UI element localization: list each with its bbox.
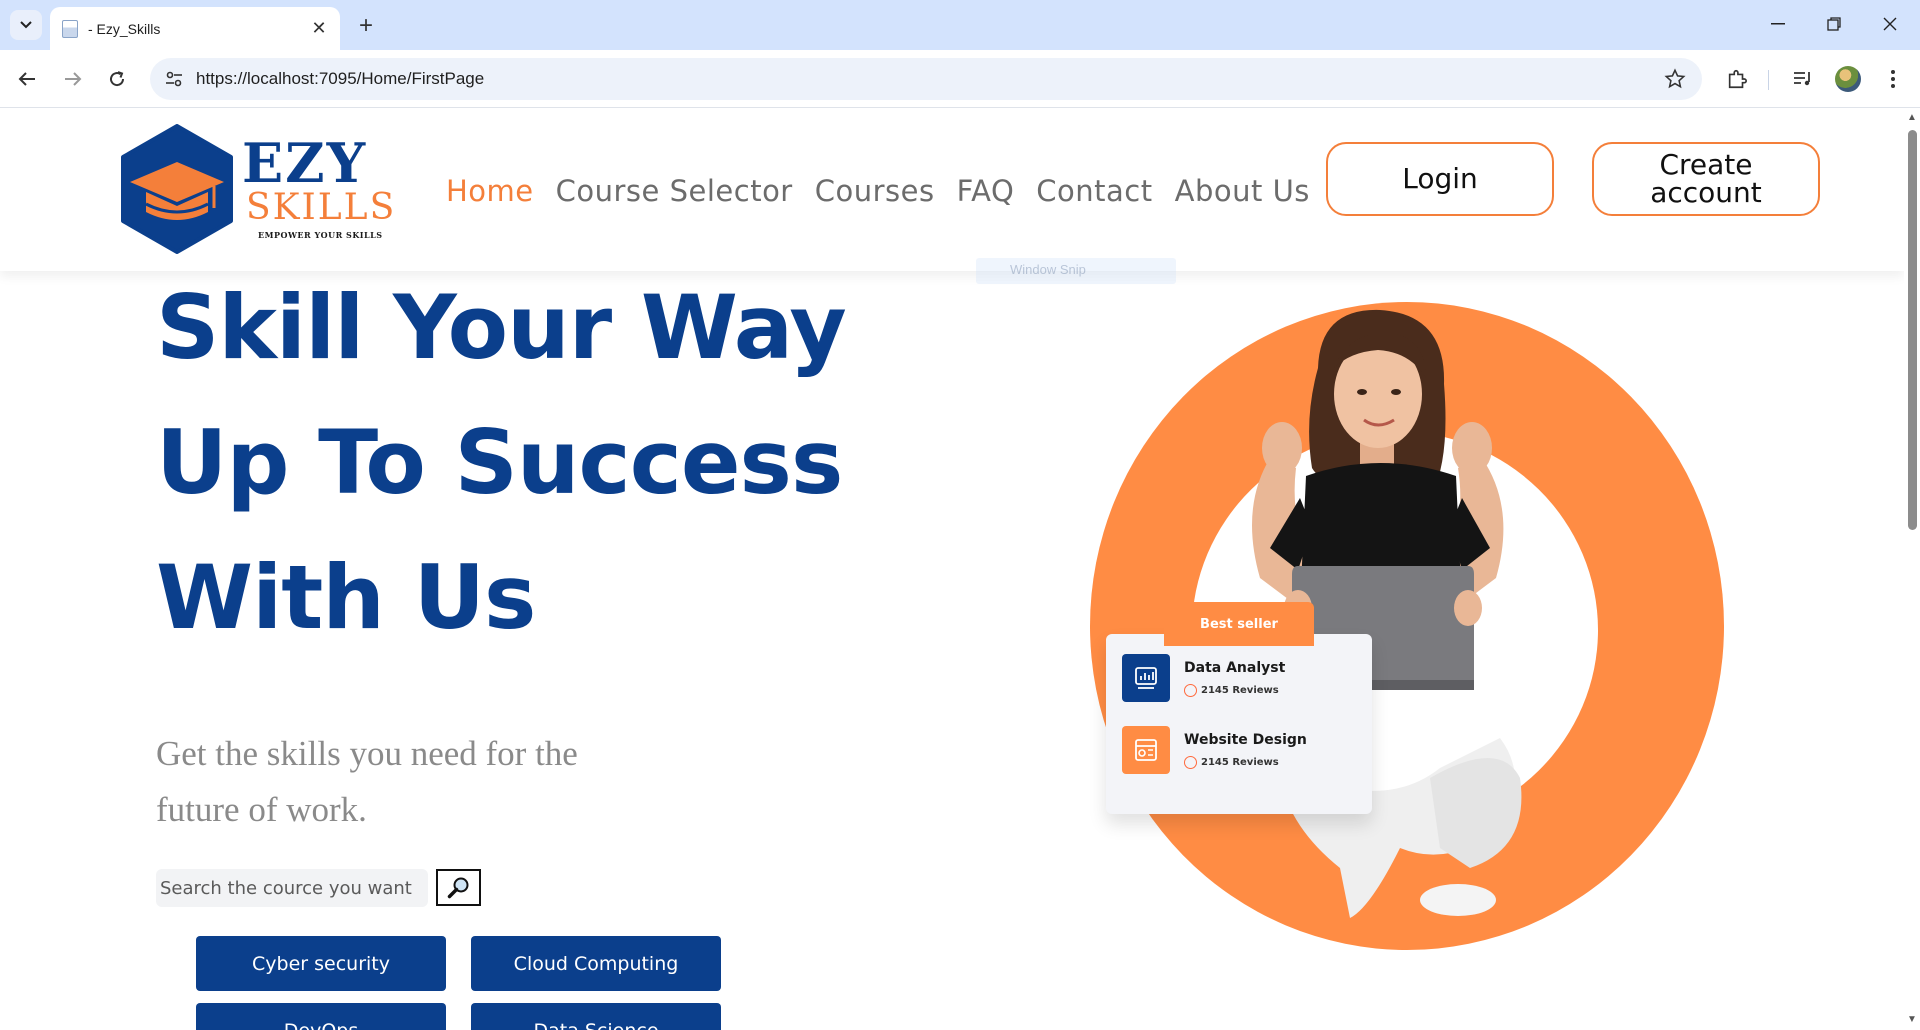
course-search-input[interactable] <box>156 869 428 907</box>
best-seller-tag: Best seller <box>1164 602 1314 646</box>
browser-toolbar: https://localhost:7095/Home/FirstPage <box>0 50 1920 108</box>
login-button[interactable]: Login <box>1326 142 1554 216</box>
minimize-icon <box>1771 23 1785 25</box>
reload-icon <box>110 71 125 87</box>
minimize-button[interactable] <box>1750 8 1806 40</box>
browser-tab[interactable]: - Ezy_Skills ✕ <box>50 7 340 50</box>
tab-list-button[interactable] <box>10 10 42 40</box>
create-account-button[interactable]: Create account <box>1592 142 1820 216</box>
playlist-icon <box>1794 72 1810 86</box>
ezy-skills-logo[interactable]: EZY SKILLS EMPOWER YOUR SKILLS <box>118 124 394 254</box>
restore-icon <box>1827 17 1841 31</box>
forward-button[interactable] <box>58 64 88 94</box>
site-header: EZY SKILLS EMPOWER YOUR SKILLS Home Cour… <box>0 108 1904 271</box>
toolbar-divider <box>1768 70 1769 90</box>
hero-title: Skill Your Way Up To Success With Us <box>156 260 847 665</box>
search-button[interactable] <box>436 869 481 906</box>
best-seller-item[interactable]: Data Analyst 2145 Reviews <box>1122 654 1362 702</box>
best-seller-reviews: 2145 Reviews <box>1184 756 1279 769</box>
url-text[interactable]: https://localhost:7095/Home/FirstPage <box>196 69 484 89</box>
hero-title-line: With Us <box>156 546 536 649</box>
course-button-cloud-computing[interactable]: Cloud Computing <box>471 936 721 991</box>
page-scrollbar[interactable]: ▲ ▼ <box>1904 108 1920 1030</box>
tab-title: - Ezy_Skills <box>88 20 161 37</box>
restore-button[interactable] <box>1806 8 1862 40</box>
brand-name-top: EZY <box>242 131 368 195</box>
nav-home[interactable]: Home <box>446 174 534 208</box>
media-control-button[interactable] <box>1790 66 1816 92</box>
arrow-left-icon <box>18 72 35 86</box>
best-seller-card: Data Analyst 2145 Reviews Website Design… <box>1106 634 1372 814</box>
window-snip-hint: Window Snip <box>976 258 1176 284</box>
course-button-data-science[interactable]: Data Science <box>471 1003 721 1030</box>
address-bar[interactable]: https://localhost:7095/Home/FirstPage <box>150 58 1702 100</box>
best-seller-reviews: 2145 Reviews <box>1184 684 1279 697</box>
best-seller-name: Data Analyst <box>1184 660 1286 676</box>
nav-course-selector[interactable]: Course Selector <box>556 174 793 208</box>
hero-title-line: Skill Your Way <box>156 276 847 379</box>
nav-about-us[interactable]: About Us <box>1175 174 1310 208</box>
browser-menu-button[interactable] <box>1880 66 1906 92</box>
profile-avatar[interactable] <box>1835 66 1861 92</box>
search-icon <box>447 877 468 898</box>
scroll-up-arrow-icon[interactable]: ▲ <box>1907 112 1917 123</box>
close-window-button[interactable] <box>1862 8 1918 40</box>
chart-icon <box>1122 654 1170 702</box>
page-favicon-icon <box>62 19 78 38</box>
chevron-down-icon <box>20 21 32 29</box>
award-icon <box>1184 684 1197 697</box>
nav-courses[interactable]: Courses <box>815 174 935 208</box>
design-icon <box>1122 726 1170 774</box>
nav-faq[interactable]: FAQ <box>957 174 1015 208</box>
graduation-cap-logo-icon <box>121 124 233 254</box>
best-seller-item[interactable]: Website Design 2145 Reviews <box>1122 726 1362 774</box>
bookmark-star-icon[interactable] <box>1664 68 1686 90</box>
scroll-down-arrow-icon[interactable]: ▼ <box>1907 1014 1917 1025</box>
best-seller-name: Website Design <box>1184 732 1307 748</box>
site-info-icon[interactable] <box>164 69 184 89</box>
scrollbar-thumb[interactable] <box>1908 130 1917 530</box>
course-button-cyber-security[interactable]: Cyber security <box>196 936 446 991</box>
brand-tagline: EMPOWER YOUR SKILLS <box>258 230 383 240</box>
more-vertical-icon <box>1891 70 1895 88</box>
award-icon <box>1184 756 1197 769</box>
extensions-button[interactable] <box>1724 66 1750 92</box>
reviews-count: 2145 Reviews <box>1201 685 1279 696</box>
arrow-right-icon <box>65 72 82 86</box>
nav-contact[interactable]: Contact <box>1036 174 1152 208</box>
course-button-devops[interactable]: DevOps <box>196 1003 446 1030</box>
back-button[interactable] <box>12 64 42 94</box>
main-nav: Home Course Selector Courses FAQ Contact… <box>446 174 1310 208</box>
hero-title-line: Up To Success <box>156 411 843 514</box>
page-viewport: EZY SKILLS EMPOWER YOUR SKILLS Home Cour… <box>0 108 1904 1030</box>
reload-button[interactable] <box>102 64 132 94</box>
close-tab-icon[interactable]: ✕ <box>310 18 328 38</box>
reviews-count: 2145 Reviews <box>1201 757 1279 768</box>
puzzle-icon <box>1728 69 1747 89</box>
new-tab-button[interactable]: + <box>352 12 380 40</box>
close-icon <box>1883 17 1897 31</box>
browser-tabbar: - Ezy_Skills ✕ + <box>0 0 1920 50</box>
brand-name-bottom: SKILLS <box>246 187 397 228</box>
hero-subtitle: Get the skills you need for the future o… <box>156 734 578 829</box>
